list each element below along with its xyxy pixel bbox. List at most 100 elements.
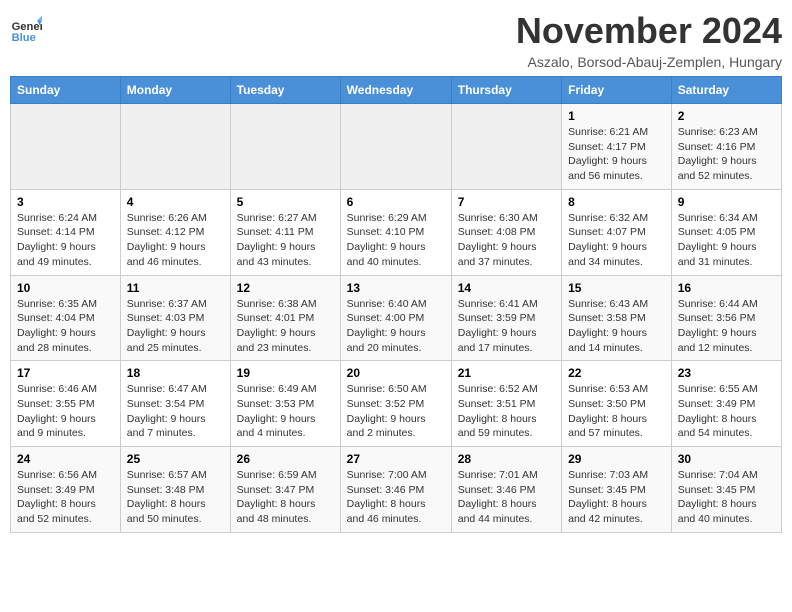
- calendar-cell: 6 Sunrise: 6:29 AM Sunset: 4:10 PM Daylig…: [340, 189, 451, 275]
- calendar-header-row: SundayMondayTuesdayWednesdayThursdayFrid…: [11, 77, 782, 104]
- day-info: Sunrise: 6:52 AM Sunset: 3:51 PM Dayligh…: [458, 382, 555, 441]
- day-header-sunday: Sunday: [11, 77, 121, 104]
- calendar-cell: 26 Sunrise: 6:59 AM Sunset: 3:47 PM Dayli…: [230, 447, 340, 533]
- day-info: Sunrise: 6:57 AM Sunset: 3:48 PM Dayligh…: [127, 468, 224, 527]
- day-info: Sunrise: 6:41 AM Sunset: 3:59 PM Dayligh…: [458, 297, 555, 356]
- day-number: 29: [568, 452, 665, 466]
- day-info: Sunrise: 7:03 AM Sunset: 3:45 PM Dayligh…: [568, 468, 665, 527]
- calendar-cell: 12 Sunrise: 6:38 AM Sunset: 4:01 PM Dayli…: [230, 275, 340, 361]
- day-number: 28: [458, 452, 555, 466]
- day-info: Sunrise: 6:56 AM Sunset: 3:49 PM Dayligh…: [17, 468, 114, 527]
- day-number: 10: [17, 281, 114, 295]
- day-number: 6: [347, 195, 445, 209]
- day-info: Sunrise: 7:01 AM Sunset: 3:46 PM Dayligh…: [458, 468, 555, 527]
- calendar-cell: 8 Sunrise: 6:32 AM Sunset: 4:07 PM Daylig…: [562, 189, 672, 275]
- day-number: 30: [678, 452, 775, 466]
- day-number: 21: [458, 366, 555, 380]
- day-header-monday: Monday: [120, 77, 230, 104]
- day-info: Sunrise: 6:50 AM Sunset: 3:52 PM Dayligh…: [347, 382, 445, 441]
- day-number: 3: [17, 195, 114, 209]
- day-number: 20: [347, 366, 445, 380]
- day-number: 22: [568, 366, 665, 380]
- day-number: 1: [568, 109, 665, 123]
- day-number: 11: [127, 281, 224, 295]
- day-number: 4: [127, 195, 224, 209]
- calendar-cell: 18Sunrise: 6:47 AM Sunset: 3:54 PM Dayli…: [120, 361, 230, 447]
- calendar-cell: [11, 104, 121, 190]
- calendar-cell: 20 Sunrise: 6:50 AM Sunset: 3:52 PM Dayli…: [340, 361, 451, 447]
- calendar-cell: [340, 104, 451, 190]
- day-info: Sunrise: 6:49 AM Sunset: 3:53 PM Dayligh…: [237, 382, 334, 441]
- calendar-week-4: 17Sunrise: 6:46 AM Sunset: 3:55 PM Dayli…: [11, 361, 782, 447]
- calendar-cell: 5 Sunrise: 6:27 AM Sunset: 4:11 PM Daylig…: [230, 189, 340, 275]
- day-number: 18: [127, 366, 224, 380]
- calendar-cell: 24 Sunrise: 6:56 AM Sunset: 3:49 PM Dayli…: [11, 447, 121, 533]
- logo-icon: General Blue: [10, 14, 42, 46]
- day-number: 12: [237, 281, 334, 295]
- calendar-cell: 16Sunrise: 6:44 AM Sunset: 3:56 PM Dayli…: [671, 275, 781, 361]
- calendar-cell: [230, 104, 340, 190]
- calendar-cell: 23Sunrise: 6:55 AM Sunset: 3:49 PM Dayli…: [671, 361, 781, 447]
- day-info: Sunrise: 6:53 AM Sunset: 3:50 PM Dayligh…: [568, 382, 665, 441]
- day-number: 15: [568, 281, 665, 295]
- day-header-saturday: Saturday: [671, 77, 781, 104]
- header: General Blue November 2024 Aszalo, Borso…: [10, 10, 782, 70]
- day-info: Sunrise: 6:21 AM Sunset: 4:17 PM Dayligh…: [568, 125, 665, 184]
- day-number: 17: [17, 366, 114, 380]
- title-block: November 2024 Aszalo, Borsod-Abauj-Zempl…: [516, 10, 782, 70]
- day-info: Sunrise: 6:27 AM Sunset: 4:11 PM Dayligh…: [237, 211, 334, 270]
- day-number: 24: [17, 452, 114, 466]
- day-info: Sunrise: 6:34 AM Sunset: 4:05 PM Dayligh…: [678, 211, 775, 270]
- day-number: 8: [568, 195, 665, 209]
- calendar-week-1: 1 Sunrise: 6:21 AM Sunset: 4:17 PM Daylig…: [11, 104, 782, 190]
- day-number: 13: [347, 281, 445, 295]
- calendar-cell: 1 Sunrise: 6:21 AM Sunset: 4:17 PM Daylig…: [562, 104, 672, 190]
- svg-text:General: General: [12, 21, 42, 33]
- day-number: 5: [237, 195, 334, 209]
- calendar-cell: 3 Sunrise: 6:24 AM Sunset: 4:14 PM Daylig…: [11, 189, 121, 275]
- calendar-week-3: 10 Sunrise: 6:35 AM Sunset: 4:04 PM Dayli…: [11, 275, 782, 361]
- day-info: Sunrise: 6:24 AM Sunset: 4:14 PM Dayligh…: [17, 211, 114, 270]
- calendar-cell: 30 Sunrise: 7:04 AM Sunset: 3:45 PM Dayli…: [671, 447, 781, 533]
- day-header-friday: Friday: [562, 77, 672, 104]
- calendar-cell: 29 Sunrise: 7:03 AM Sunset: 3:45 PM Dayli…: [562, 447, 672, 533]
- calendar-cell: 11Sunrise: 6:37 AM Sunset: 4:03 PM Dayli…: [120, 275, 230, 361]
- day-info: Sunrise: 6:43 AM Sunset: 3:58 PM Dayligh…: [568, 297, 665, 356]
- calendar-cell: 25Sunrise: 6:57 AM Sunset: 3:48 PM Dayli…: [120, 447, 230, 533]
- day-info: Sunrise: 6:23 AM Sunset: 4:16 PM Dayligh…: [678, 125, 775, 184]
- day-info: Sunrise: 6:59 AM Sunset: 3:47 PM Dayligh…: [237, 468, 334, 527]
- calendar-cell: 2Sunrise: 6:23 AM Sunset: 4:16 PM Daylig…: [671, 104, 781, 190]
- calendar-table: SundayMondayTuesdayWednesdayThursdayFrid…: [10, 76, 782, 533]
- day-info: Sunrise: 6:32 AM Sunset: 4:07 PM Dayligh…: [568, 211, 665, 270]
- calendar-week-5: 24 Sunrise: 6:56 AM Sunset: 3:49 PM Dayli…: [11, 447, 782, 533]
- calendar-cell: 21 Sunrise: 6:52 AM Sunset: 3:51 PM Dayli…: [451, 361, 561, 447]
- calendar-cell: 27Sunrise: 7:00 AM Sunset: 3:46 PM Dayli…: [340, 447, 451, 533]
- calendar-cell: 22 Sunrise: 6:53 AM Sunset: 3:50 PM Dayli…: [562, 361, 672, 447]
- calendar-cell: 13 Sunrise: 6:40 AM Sunset: 4:00 PM Dayli…: [340, 275, 451, 361]
- location-subtitle: Aszalo, Borsod-Abauj-Zemplen, Hungary: [516, 54, 782, 70]
- day-info: Sunrise: 6:35 AM Sunset: 4:04 PM Dayligh…: [17, 297, 114, 356]
- day-info: Sunrise: 6:44 AM Sunset: 3:56 PM Dayligh…: [678, 297, 775, 356]
- calendar-cell: 28 Sunrise: 7:01 AM Sunset: 3:46 PM Dayli…: [451, 447, 561, 533]
- day-number: 26: [237, 452, 334, 466]
- day-info: Sunrise: 6:38 AM Sunset: 4:01 PM Dayligh…: [237, 297, 334, 356]
- day-info: Sunrise: 7:04 AM Sunset: 3:45 PM Dayligh…: [678, 468, 775, 527]
- calendar-body: 1 Sunrise: 6:21 AM Sunset: 4:17 PM Daylig…: [11, 104, 782, 533]
- day-info: Sunrise: 6:30 AM Sunset: 4:08 PM Dayligh…: [458, 211, 555, 270]
- day-info: Sunrise: 7:00 AM Sunset: 3:46 PM Dayligh…: [347, 468, 445, 527]
- day-number: 14: [458, 281, 555, 295]
- svg-text:Blue: Blue: [12, 32, 36, 44]
- calendar-cell: 17Sunrise: 6:46 AM Sunset: 3:55 PM Dayli…: [11, 361, 121, 447]
- calendar-week-2: 3 Sunrise: 6:24 AM Sunset: 4:14 PM Daylig…: [11, 189, 782, 275]
- calendar-cell: 15 Sunrise: 6:43 AM Sunset: 3:58 PM Dayli…: [562, 275, 672, 361]
- logo: General Blue: [10, 14, 42, 46]
- calendar-cell: 10 Sunrise: 6:35 AM Sunset: 4:04 PM Dayli…: [11, 275, 121, 361]
- day-number: 23: [678, 366, 775, 380]
- day-info: Sunrise: 6:40 AM Sunset: 4:00 PM Dayligh…: [347, 297, 445, 356]
- day-info: Sunrise: 6:29 AM Sunset: 4:10 PM Dayligh…: [347, 211, 445, 270]
- day-header-thursday: Thursday: [451, 77, 561, 104]
- calendar-cell: 9Sunrise: 6:34 AM Sunset: 4:05 PM Daylig…: [671, 189, 781, 275]
- calendar-cell: [451, 104, 561, 190]
- day-info: Sunrise: 6:26 AM Sunset: 4:12 PM Dayligh…: [127, 211, 224, 270]
- day-header-tuesday: Tuesday: [230, 77, 340, 104]
